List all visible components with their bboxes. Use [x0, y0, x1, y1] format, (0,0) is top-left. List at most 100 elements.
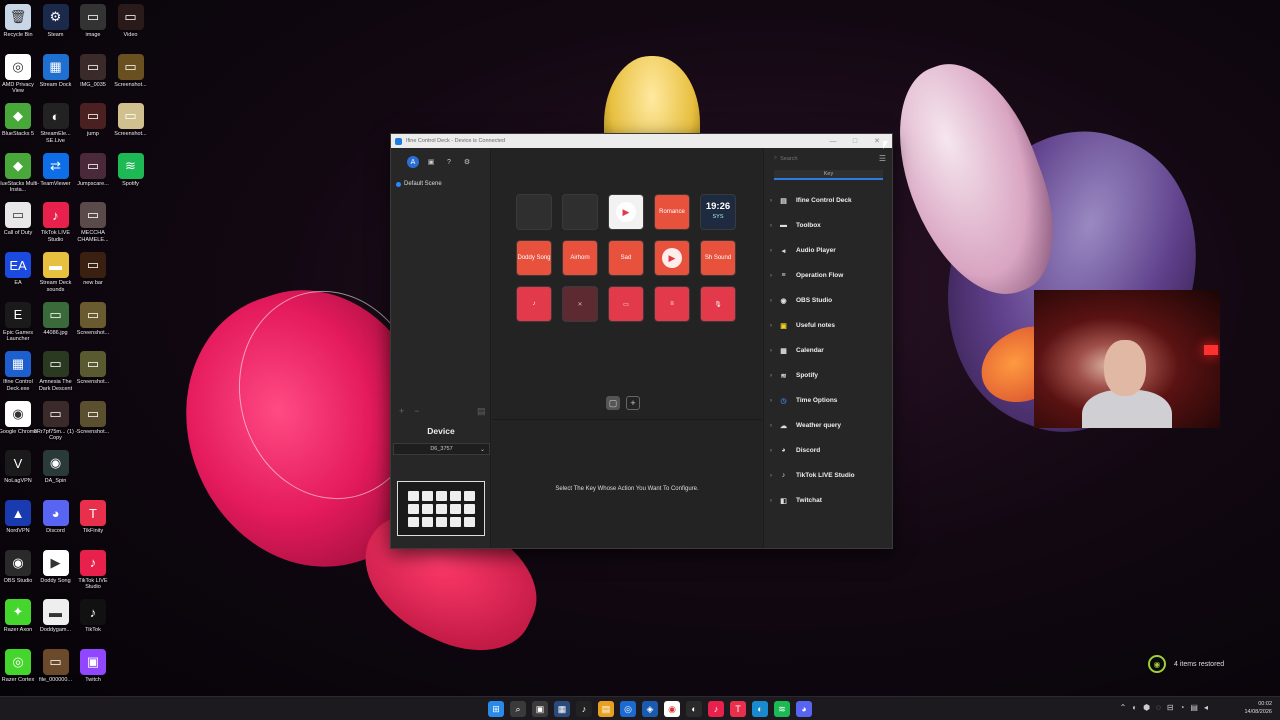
taskbar-app-icon[interactable]: ▤ [598, 701, 614, 717]
tray-icon[interactable]: ◐ [1132, 703, 1137, 712]
chevron-right-icon[interactable]: › [770, 448, 778, 454]
desktop-icon[interactable]: ▭ Screenshot... [109, 103, 153, 138]
taskbar-app-icon[interactable]: ◈ [642, 701, 658, 717]
deck-key[interactable]: ▭ [608, 286, 644, 322]
help-icon[interactable]: ? [443, 156, 455, 168]
chevron-right-icon[interactable]: › [770, 373, 778, 379]
taskbar-app-icon[interactable]: ⊞ [488, 701, 504, 717]
desktop-app-icon: E [5, 301, 31, 328]
taskbar-app-icon[interactable]: ≋ [774, 701, 790, 717]
search-box[interactable]: ⌕ [774, 153, 860, 164]
taskbar-app-icon[interactable]: T [730, 701, 746, 717]
plugin-item[interactable]: › ≡ Operation Flow [764, 263, 892, 288]
desktop-icon[interactable]: ▭ MECCHA CHAMELE... [71, 202, 115, 243]
tray-icon[interactable]: ⌃ [1120, 703, 1127, 712]
chevron-right-icon[interactable]: › [770, 198, 778, 204]
desktop-icon[interactable]: ◉ DA_Spin [34, 450, 78, 485]
deck-key[interactable]: 19:26 SYS [700, 194, 736, 230]
deck-key[interactable]: Sad [608, 240, 644, 276]
taskbar-clock[interactable]: 00:02 14/08/2026 [1244, 700, 1272, 716]
deck-key[interactable]: ≡ [654, 286, 690, 322]
restored-notification[interactable]: ◉ 4 items restored [1148, 655, 1224, 673]
tab-key[interactable]: Key [774, 170, 883, 180]
deck-key[interactable]: Sh Sound [700, 240, 736, 276]
tray-icon[interactable]: ◌ [1156, 703, 1161, 712]
taskbar-app-icon[interactable]: ◐ [752, 701, 768, 717]
scene-item-default[interactable]: Default Scene [396, 181, 442, 187]
deck-key[interactable] [562, 194, 598, 230]
deck-key[interactable]: Doddy Song [516, 240, 552, 276]
desktop-icon[interactable]: ▭ Screenshot... [71, 400, 115, 436]
plugin-item[interactable]: › ◷ Time Options [764, 388, 892, 413]
chevron-right-icon[interactable]: › [770, 348, 778, 354]
tray-icon[interactable]: ◂ [1204, 703, 1208, 712]
deck-key[interactable]: Romance [654, 194, 690, 230]
settings-gear-icon[interactable]: ⚙ [461, 156, 473, 168]
deck-key[interactable] [516, 194, 552, 230]
deck-key[interactable]: Airhorn [562, 240, 598, 276]
tray-icon[interactable]: ⬢ [1143, 703, 1150, 712]
plugin-item[interactable]: › ♪ TikTok LIVE Studio [764, 463, 892, 488]
chevron-right-icon[interactable]: › [770, 298, 778, 304]
chevron-right-icon[interactable]: › [770, 498, 778, 504]
taskbar-app-icon[interactable]: ⌕ [510, 701, 526, 717]
minimize-button[interactable]: — [822, 138, 844, 145]
taskbar-app-icon[interactable]: ◐ [686, 701, 702, 717]
plugin-item[interactable]: › ◂ Audio Player [764, 238, 892, 263]
deck-key[interactable]: 🎙 [700, 286, 736, 322]
plugin-item[interactable]: › ◉ OBS Studio [764, 288, 892, 313]
deck-key[interactable]: ✕ [562, 286, 598, 322]
maximize-button[interactable]: □ [844, 138, 866, 145]
chevron-right-icon[interactable]: › [770, 273, 778, 279]
plugin-item[interactable]: › ☁ Weather query [764, 413, 892, 438]
plugin-item[interactable]: › ◕ Discord [764, 438, 892, 463]
trash-icon[interactable]: ▤ [477, 406, 486, 417]
desktop-icon[interactable]: ▭ new bar [71, 252, 115, 287]
chevron-right-icon[interactable]: › [770, 473, 778, 479]
desktop-icon[interactable]: T TikFinity [71, 500, 115, 535]
taskbar-app-icon[interactable]: ◉ [664, 701, 680, 717]
chevron-right-icon[interactable]: › [770, 248, 778, 254]
plugin-icon: ≋ [780, 372, 787, 380]
taskbar-app-icon[interactable]: ◕ [796, 701, 812, 717]
title-bar[interactable]: Ifine Control Deck - Device is Connected… [391, 134, 892, 148]
page-button[interactable]: ▢ [606, 396, 620, 410]
plugin-item[interactable]: › ▦ Calendar [764, 338, 892, 363]
taskbar-app-icon[interactable]: ◎ [620, 701, 636, 717]
plugin-item[interactable]: › ▤ Ifine Control Deck [764, 188, 892, 213]
device-select[interactable]: D6_3757 ⌄ [393, 443, 490, 455]
chevron-right-icon[interactable]: › [770, 323, 778, 329]
deck-key[interactable]: ▶ [654, 240, 690, 276]
add-scene-button[interactable]: + [399, 406, 404, 416]
plugin-item[interactable]: › ≋ Spotify [764, 363, 892, 388]
plugin-item[interactable]: › ▣ Useful notes [764, 313, 892, 338]
taskbar-app-icon[interactable]: ♪ [708, 701, 724, 717]
taskbar-app-icon[interactable]: ♪ [576, 701, 592, 717]
plugin-item[interactable]: › ▬ Toolbox [764, 213, 892, 238]
home-icon[interactable]: A [407, 156, 419, 168]
remove-scene-button[interactable]: − [414, 406, 419, 416]
cube-icon[interactable]: ▣ [425, 156, 437, 168]
taskbar-app-icon[interactable]: ▣ [532, 701, 548, 717]
desktop-icon[interactable]: ♪ TikTok LIVE Studio [71, 549, 115, 591]
add-page-button[interactable]: + [626, 396, 640, 410]
tray-icon[interactable]: ▤ [1190, 703, 1198, 712]
desktop-icon[interactable]: ▭ Screenshot... [71, 301, 115, 337]
chevron-right-icon[interactable]: › [770, 398, 778, 404]
chevron-right-icon[interactable]: › [770, 423, 778, 429]
deck-key[interactable]: ▶ [608, 194, 644, 230]
tray-icon[interactable]: ◔ [1180, 703, 1185, 712]
desktop-icon[interactable]: ▭ Screenshot... [71, 351, 115, 386]
plugin-item[interactable]: › ◧ Twitchat [764, 488, 892, 513]
desktop-icon[interactable]: ♪ TikTok [71, 599, 115, 634]
taskbar-app-icon[interactable]: ▦ [554, 701, 570, 717]
tray-icon[interactable]: ⊟ [1167, 703, 1174, 712]
search-input[interactable] [780, 155, 851, 162]
deck-key[interactable]: ♪ [516, 286, 552, 322]
desktop-icon[interactable]: ▭ Screenshot... [109, 53, 153, 89]
chevron-right-icon[interactable]: › [770, 223, 778, 229]
desktop-icon[interactable]: ≋ Spotify [109, 152, 153, 188]
desktop-icon[interactable]: ▭ Video [109, 4, 153, 39]
desktop-icon[interactable]: ▣ Twitch [71, 648, 115, 684]
list-menu-icon[interactable]: ☰ [879, 154, 886, 163]
